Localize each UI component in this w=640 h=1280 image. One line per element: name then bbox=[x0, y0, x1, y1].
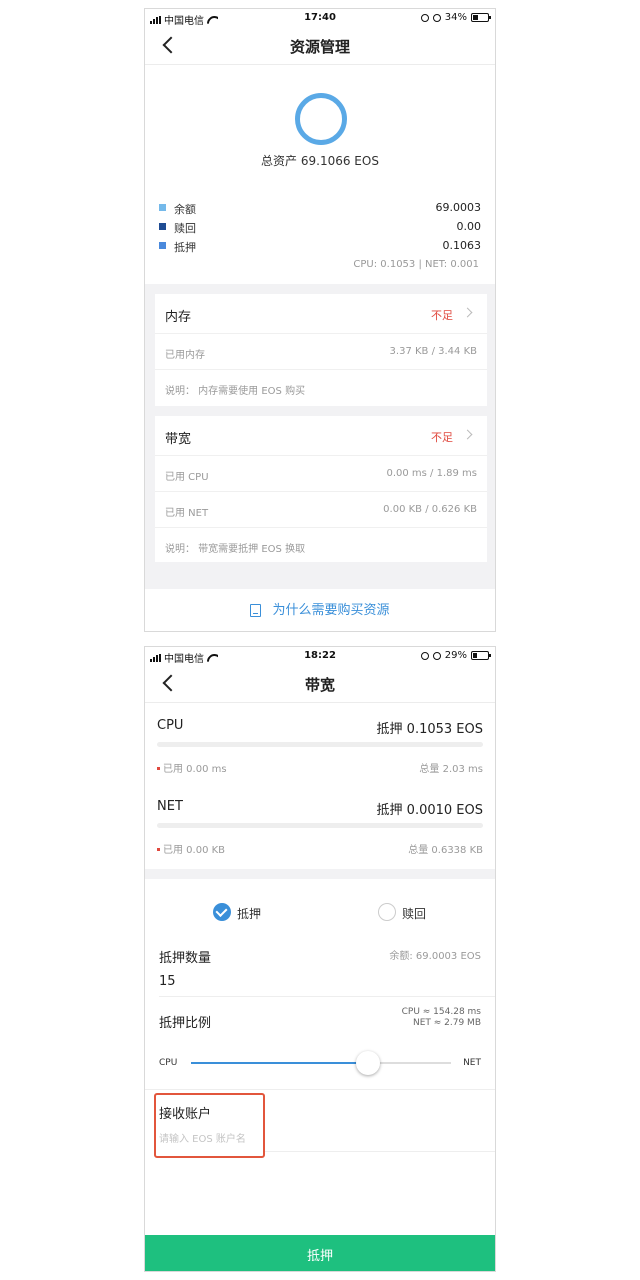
memory-card: 内存 不足 已用内存 3.37 KB / 3.44 KB 说明： 内存需要使用 … bbox=[155, 294, 487, 406]
legend-item-stake: 抵押 0.1063 bbox=[159, 238, 481, 256]
bandwidth-screen: 中国电信 18:22 29% 带宽 CPU 抵押 0.1053 EOS 已用 0… bbox=[144, 646, 496, 1272]
available-balance: 余额: 69.0003 EOS bbox=[389, 951, 481, 962]
ratio-slider-fill bbox=[191, 1062, 368, 1064]
status-bar: 中国电信 17:40 34% bbox=[145, 9, 495, 27]
receiver-account-input[interactable] bbox=[159, 1129, 359, 1149]
status-bar: 中国电信 18:22 29% bbox=[145, 647, 495, 665]
total-assets: 总资产 69.1066 EOS bbox=[261, 154, 379, 168]
row-value: 0.00 KB / 0.626 KB bbox=[383, 504, 477, 515]
legend-item-redeem: 赎回 0.00 bbox=[159, 219, 481, 237]
divider-line bbox=[145, 1089, 495, 1090]
stake-amount-label: 抵押数量 bbox=[159, 951, 212, 966]
battery-percent: 34% bbox=[444, 12, 467, 23]
cpu-net-summary: CPU: 0.1053 | NET: 0.001 bbox=[353, 259, 479, 270]
bandwidth-title: 带宽 bbox=[165, 432, 192, 447]
stake-ratio-label: 抵押比例 bbox=[159, 1016, 212, 1031]
bandwidth-net-row: 已用 NET 0.00 KB / 0.626 KB bbox=[155, 492, 487, 528]
status-right-group: 34% bbox=[420, 12, 491, 23]
stake-radio-label: 抵押 bbox=[237, 907, 262, 921]
legend-label: 赎回 bbox=[174, 222, 196, 235]
net-used: 已用 0.00 KB bbox=[157, 841, 225, 856]
memory-used-row: 已用内存 3.37 KB / 3.44 KB bbox=[155, 334, 487, 370]
ratio-slider-track[interactable] bbox=[191, 1062, 451, 1064]
alarm-icon bbox=[432, 13, 441, 22]
why-buy-resources-link[interactable]: 为什么需要购买资源 bbox=[145, 589, 495, 631]
rotation-lock-icon bbox=[420, 13, 429, 22]
slider-left-label: CPU bbox=[159, 1058, 178, 1068]
memory-note: 说明： 内存需要使用 EOS 购买 bbox=[165, 386, 306, 397]
book-icon bbox=[250, 603, 262, 617]
net-stake-amount: 抵押 0.0010 EOS bbox=[376, 803, 483, 818]
chevron-right-icon bbox=[462, 307, 473, 318]
net-used-text: 已用 0.00 KB bbox=[163, 845, 226, 856]
legend-value: 69.0003 bbox=[435, 201, 482, 214]
row-value: 3.37 KB / 3.44 KB bbox=[389, 346, 477, 357]
cpu-label: CPU bbox=[157, 718, 184, 733]
slider-right-label: NET bbox=[463, 1058, 481, 1068]
row-label: 已用 NET bbox=[165, 508, 209, 519]
input-underline bbox=[159, 996, 495, 997]
rotation-lock-icon bbox=[420, 651, 429, 660]
battery-icon bbox=[471, 13, 491, 22]
legend-swatch-stake bbox=[159, 242, 166, 249]
cpu-resource-block: CPU 抵押 0.1053 EOS 已用 0.00 ms 总量 2.03 ms bbox=[145, 718, 495, 778]
legend-item-balance: 余额 69.0003 bbox=[159, 200, 481, 218]
net-resource-block: NET 抵押 0.0010 EOS 已用 0.00 KB 总量 0.6338 K… bbox=[145, 799, 495, 859]
battery-icon bbox=[471, 651, 491, 660]
battery-fill bbox=[473, 15, 478, 20]
legend-label: 抵押 bbox=[174, 241, 196, 254]
net-label: NET bbox=[157, 799, 183, 814]
status-right-group: 29% bbox=[420, 650, 491, 661]
checkmark-icon bbox=[213, 903, 231, 921]
memory-card-header[interactable]: 内存 不足 bbox=[155, 294, 487, 334]
why-buy-resources-text: 为什么需要购买资源 bbox=[272, 603, 390, 618]
legend-label: 余额 bbox=[174, 203, 196, 216]
cpu-used-text: 已用 0.00 ms bbox=[163, 764, 227, 775]
bandwidth-status-badge: 不足 bbox=[431, 431, 453, 444]
legend-value: 0.1063 bbox=[442, 239, 482, 252]
cpu-usage-bar bbox=[157, 742, 483, 747]
legend-swatch-balance bbox=[159, 204, 166, 211]
used-dot-icon bbox=[157, 847, 160, 851]
input-underline bbox=[265, 1151, 495, 1152]
ratio-cpu-estimate: CPU ≈ 154.28 ms bbox=[401, 1007, 481, 1017]
resource-management-screen: 中国电信 17:40 34% 资源管理 总资产 69.1066 EOS 余额 6… bbox=[144, 8, 496, 632]
memory-status-badge: 不足 bbox=[431, 309, 453, 322]
row-value: 0.00 ms / 1.89 ms bbox=[386, 468, 477, 479]
nav-bar: 资源管理 bbox=[145, 27, 495, 65]
page-title: 带宽 bbox=[304, 676, 335, 694]
net-total: 总量 0.6338 KB bbox=[408, 845, 483, 856]
ratio-estimate: CPU ≈ 154.28 ms NET ≈ 2.79 MB bbox=[402, 1007, 481, 1029]
row-label: 已用内存 bbox=[165, 350, 205, 361]
bandwidth-card-header[interactable]: 带宽 不足 bbox=[155, 416, 487, 456]
receiver-account-label: 接收账户 bbox=[159, 1107, 212, 1122]
stake-submit-button[interactable]: 抵押 bbox=[145, 1235, 495, 1271]
bandwidth-card: 带宽 不足 已用 CPU 0.00 ms / 1.89 ms 已用 NET 0.… bbox=[155, 416, 487, 562]
cpu-total: 总量 2.03 ms bbox=[419, 764, 483, 775]
legend-value: 0.00 bbox=[456, 220, 482, 233]
ratio-net-estimate: NET ≈ 2.79 MB bbox=[412, 1018, 481, 1028]
battery-percent: 29% bbox=[444, 650, 467, 661]
cpu-used: 已用 0.00 ms bbox=[157, 760, 227, 775]
battery-fill bbox=[473, 653, 478, 658]
resource-cards-area: 内存 不足 已用内存 3.37 KB / 3.44 KB 说明： 内存需要使用 … bbox=[145, 284, 495, 589]
assets-donut-chart bbox=[295, 93, 347, 145]
alarm-icon bbox=[432, 651, 441, 660]
used-dot-icon bbox=[157, 766, 160, 770]
nav-bar: 带宽 bbox=[145, 665, 495, 703]
radio-empty-icon bbox=[378, 903, 396, 921]
ratio-slider-handle[interactable] bbox=[355, 1051, 380, 1075]
row-label: 已用 CPU bbox=[165, 472, 209, 483]
chevron-right-icon bbox=[462, 429, 473, 440]
memory-title: 内存 bbox=[165, 310, 192, 325]
net-usage-bar bbox=[157, 823, 483, 828]
page-title: 资源管理 bbox=[289, 38, 350, 56]
redeem-radio-label: 赎回 bbox=[402, 907, 427, 921]
bandwidth-note: 说明： 带宽需要抵押 EOS 换取 bbox=[165, 544, 306, 555]
legend-swatch-redeem bbox=[159, 223, 166, 230]
cpu-stake-amount: 抵押 0.1053 EOS bbox=[376, 722, 483, 737]
section-divider bbox=[145, 869, 495, 879]
bandwidth-cpu-row: 已用 CPU 0.00 ms / 1.89 ms bbox=[155, 456, 487, 492]
stake-amount-input[interactable]: 15 bbox=[159, 974, 481, 996]
